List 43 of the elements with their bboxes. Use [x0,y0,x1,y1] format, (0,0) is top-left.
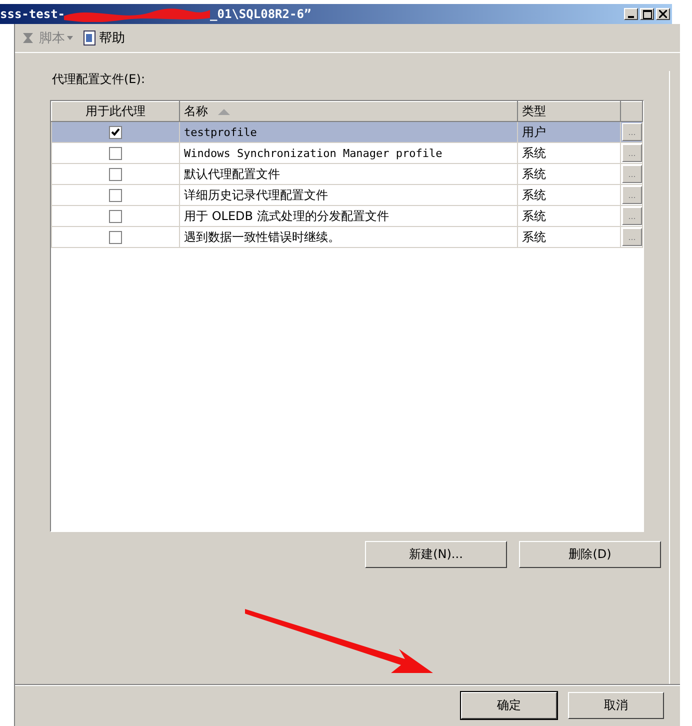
dialog-button[interactable]: 取消 [568,692,664,719]
sort-ascending-icon [218,109,230,115]
maximize-button[interactable] [640,8,654,20]
window-title: sss-test- [0,7,66,21]
close-button[interactable] [656,8,670,20]
checkbox[interactable] [109,147,122,160]
table-row[interactable]: 详细历史记录代理配置文件 系统 ... [52,184,642,206]
table-cell: 遇到数据一致性错误时继续。 [180,226,518,248]
table-cell: 用户 [518,122,620,142]
close-icon [659,10,667,18]
column-header[interactable]: 用于此代理 [52,102,180,122]
window-title: _01\SQL08R2-6” [210,7,312,21]
table-row[interactable]: 默认代理配置文件 系统 ... [52,164,642,184]
table-cell: 系统 [518,164,620,184]
table-row[interactable]: 遇到数据一致性错误时继续。 系统 ... [52,226,642,248]
checkbox[interactable] [109,168,122,182]
table-cell: 用于 OLEDB 流式处理的分发配置文件 [180,206,518,226]
caret-icon [67,36,73,40]
column-header[interactable]: 类型 [518,102,620,122]
table-cell: 系统 [518,142,620,164]
grid-button[interactable]: 删除(D) [519,541,661,568]
table-cell: 系统 [518,226,620,248]
minimize-button[interactable] [624,8,638,20]
checkbox[interactable] [109,231,122,244]
checkbox[interactable] [109,189,122,202]
dialog-button[interactable]: 确定 [461,692,557,719]
document-icon [83,30,97,46]
profiles-label: 代理配置文件(E): [52,71,146,88]
checkbox[interactable] [109,210,122,224]
toolbar-button[interactable]: 帮助 [83,29,125,47]
table-cell: 详细历史记录代理配置文件 [180,184,518,206]
grid-button[interactable]: 新建(N)... [365,541,507,568]
table-cell: 系统 [518,206,620,226]
maximize-icon [642,10,652,18]
table-row[interactable]: 用于 OLEDB 流式处理的分发配置文件 系统 ... [52,206,642,226]
checkbox[interactable] [109,126,122,140]
table-cell: testprofile [180,122,518,142]
column-header[interactable]: 名称 [180,102,518,122]
table-cell: Windows Synchronization Manager profile [180,142,518,164]
table-row[interactable]: testprofile 用户 ... [52,122,642,142]
table-cell: 默认代理配置文件 [180,164,518,184]
table-row[interactable]: Windows Synchronization Manager profile 系统 ... [52,142,642,164]
table-cell: 系统 [518,184,620,206]
